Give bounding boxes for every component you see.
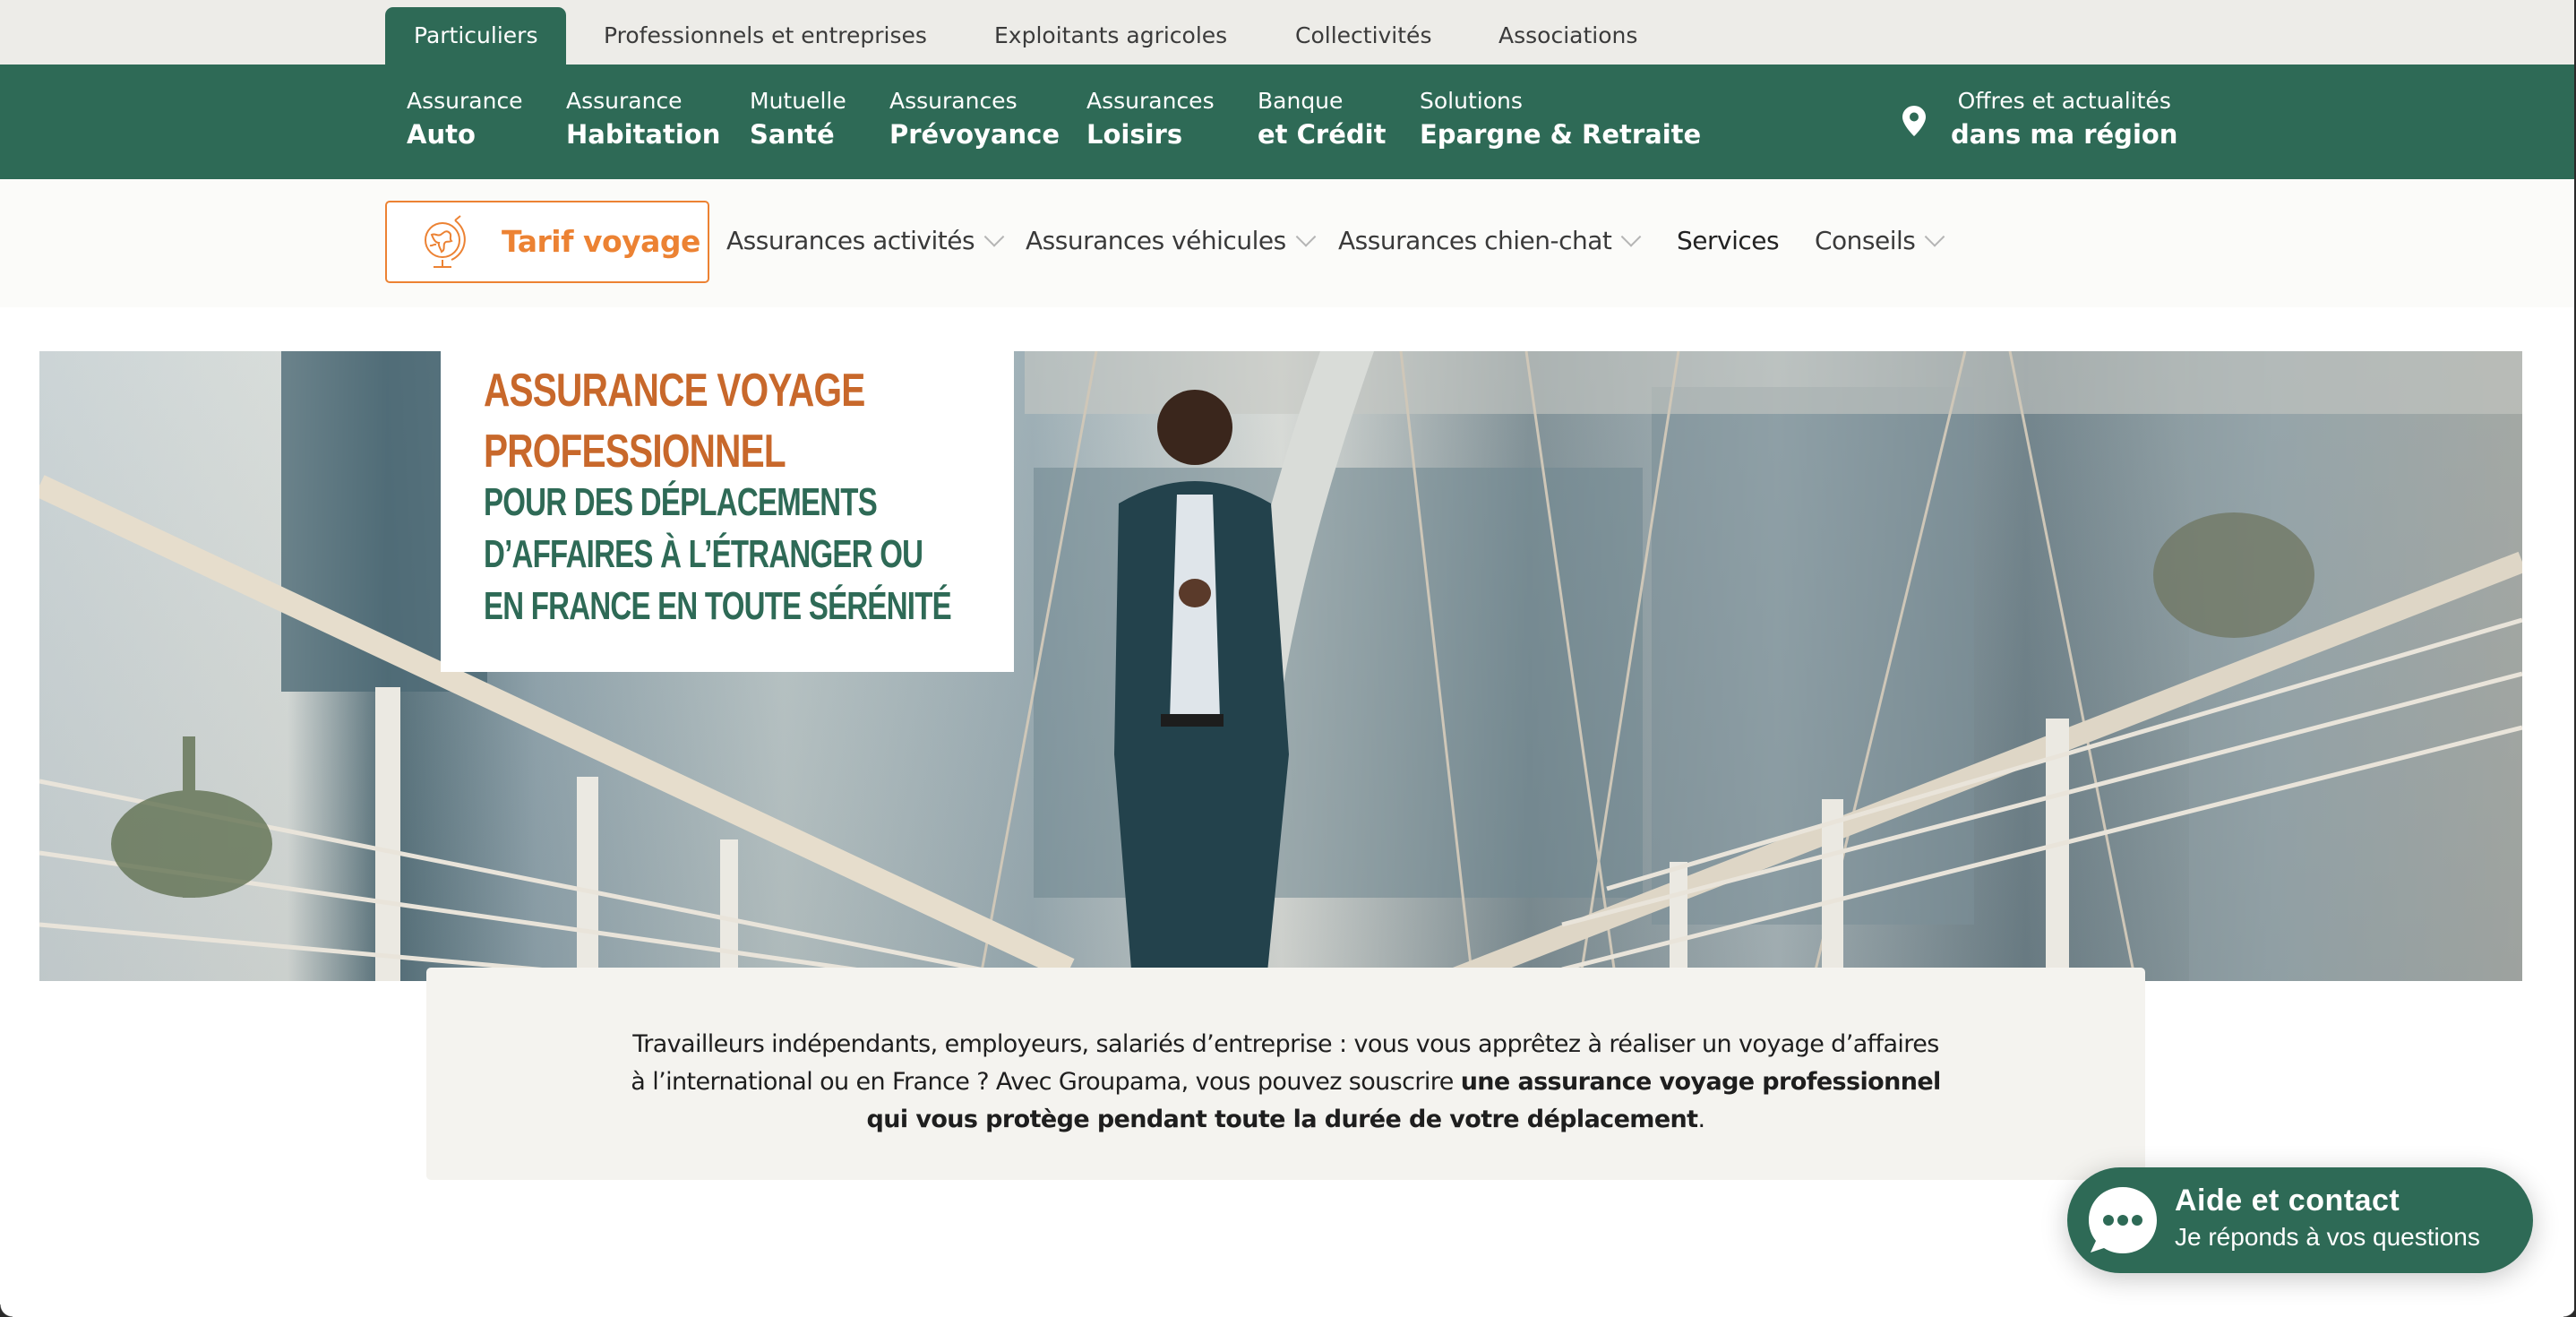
intro-box: Travailleurs indépendants, employeurs, s… (426, 968, 2145, 1180)
main-nav-line2: et Crédit (1258, 119, 1387, 150)
tarif-voyage-label: Tarif voyage (502, 224, 700, 259)
main-nav-line2: Santé (750, 119, 835, 150)
main-nav-line2: Loisirs (1086, 119, 1183, 150)
globe-icon (425, 215, 466, 268)
segment-tab-professionnels[interactable]: Professionnels et entreprises (604, 7, 927, 65)
help-contact-button[interactable]: Aide et contact Je réponds à vos questio… (2067, 1167, 2533, 1273)
main-navigation: Assurance Auto Assurance Habitation Mutu… (0, 65, 2576, 179)
subnav-assurances-chien-chat[interactable]: Assurances chien-chat (1338, 219, 1642, 263)
hero-image (39, 351, 2522, 981)
region-line1: Offres et actualités (1957, 88, 2171, 114)
subnav-label: Assurances activités (726, 226, 975, 255)
secondary-navigation: Tarif voyage Assurances activités Assura… (0, 179, 2576, 307)
main-nav-banque-credit[interactable]: Banque et Crédit (1258, 86, 1386, 152)
main-nav-line1: Assurances (889, 88, 1018, 114)
subnav-conseils[interactable]: Conseils (1815, 219, 1945, 263)
chat-subtitle: Je réponds à vos questions (2175, 1223, 2480, 1251)
main-nav-line1: Assurance (566, 88, 683, 114)
chevron-down-icon (1295, 227, 1316, 247)
segment-tab-associations[interactable]: Associations (1498, 7, 1637, 65)
main-nav-line1: Solutions (1420, 88, 1523, 114)
main-nav-line1: Assurances (1086, 88, 1215, 114)
segment-tab-collectivites[interactable]: Collectivités (1295, 7, 1431, 65)
main-nav-line1: Mutuelle (750, 88, 846, 114)
map-pin-icon (1902, 106, 1926, 136)
main-nav-assurances-prevoyance[interactable]: Assurances Prévoyance (889, 86, 1060, 152)
segment-tab-exploitants-agricoles[interactable]: Exploitants agricoles (994, 7, 1227, 65)
subnav-label: Conseils (1815, 226, 1916, 255)
main-nav-assurance-habitation[interactable]: Assurance Habitation (566, 86, 720, 152)
main-nav-assurance-auto[interactable]: Assurance Auto (407, 86, 523, 152)
main-nav-line1: Banque (1258, 88, 1344, 114)
subnav-label: Assurances véhicules (1026, 226, 1286, 255)
subnav-label: Assurances chien-chat (1338, 226, 1612, 255)
hero-text-card: Assurance voyage professionnel Pour des … (441, 351, 1014, 672)
chevron-down-icon (1621, 227, 1642, 247)
main-nav-line2: Epargne & Retraite (1420, 119, 1702, 150)
subnav-assurances-vehicules[interactable]: Assurances véhicules (1026, 219, 1316, 263)
chat-title: Aide et contact (2175, 1184, 2400, 1218)
main-nav-line1: Assurance (407, 88, 523, 114)
subnav-services[interactable]: Services (1677, 219, 1780, 263)
main-nav-line2: Auto (407, 119, 476, 150)
tarif-voyage-button[interactable]: Tarif voyage (385, 201, 709, 283)
main-nav-line2: Prévoyance (889, 119, 1060, 150)
intro-paragraph: Travailleurs indépendants, employeurs, s… (426, 1026, 2145, 1139)
segment-tabs-bar: Particuliers Professionnels et entrepris… (0, 0, 2576, 65)
intro-text-end: . (1697, 1106, 1705, 1133)
subnav-assurances-activites[interactable]: Assurances activités (726, 219, 1005, 263)
main-nav-epargne-retraite[interactable]: Solutions Epargne & Retraite (1420, 86, 1701, 152)
window-corner (0, 1304, 13, 1317)
segment-tab-particuliers[interactable]: Particuliers (385, 7, 567, 65)
page-title: Assurance voyage professionnel (484, 365, 865, 478)
chevron-down-icon (983, 227, 1005, 247)
main-nav-mutuelle-sante[interactable]: Mutuelle Santé (750, 86, 846, 152)
chevron-down-icon (1925, 227, 1945, 247)
region-line2: dans ma région (1951, 119, 2178, 150)
main-nav-line2: Habitation (566, 119, 721, 150)
page-subtitle: Pour des déplacements d’affaires à l’étr… (484, 480, 952, 628)
hero-photo-illustration (39, 351, 2522, 981)
chat-bubble-icon (2089, 1187, 2157, 1253)
main-nav-assurances-loisirs[interactable]: Assurances Loisirs (1086, 86, 1215, 152)
subnav-label: Services (1677, 226, 1780, 255)
window-corner (2563, 1304, 2576, 1317)
